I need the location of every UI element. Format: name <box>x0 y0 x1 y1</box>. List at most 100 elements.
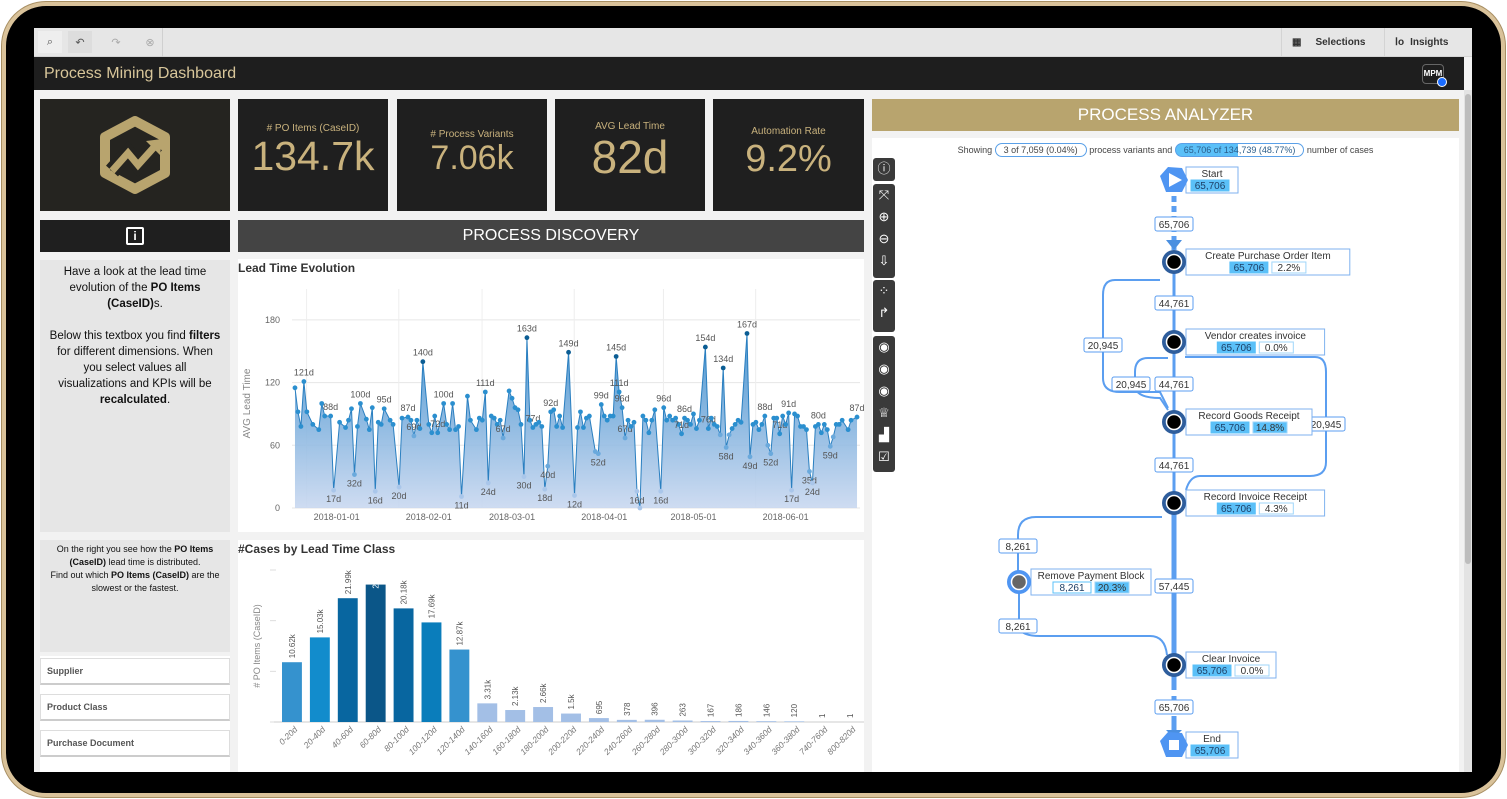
data-point[interactable] <box>479 417 485 423</box>
podium-icon[interactable]: ▟ <box>879 424 889 446</box>
data-point[interactable] <box>578 409 583 415</box>
bar[interactable] <box>449 649 470 722</box>
data-point[interactable] <box>729 426 735 431</box>
data-point[interactable] <box>304 409 310 415</box>
data-point[interactable] <box>500 435 506 441</box>
bar-chart-svg[interactable]: # PO Items (CaseID) 10.62k 0-20d 15.03k 20-4… <box>238 540 864 772</box>
data-point[interactable] <box>396 484 402 490</box>
data-point[interactable] <box>465 393 470 399</box>
bar[interactable] <box>421 622 442 722</box>
data-point[interactable] <box>586 413 592 419</box>
data-point[interactable] <box>551 407 557 413</box>
data-point[interactable] <box>658 488 664 494</box>
insights-button[interactable]: Ⅰo Insights <box>1384 28 1472 57</box>
data-point[interactable] <box>598 402 604 407</box>
data-point[interactable] <box>337 419 342 425</box>
data-point[interactable] <box>818 430 824 436</box>
data-point[interactable] <box>316 427 322 433</box>
selections-button[interactable]: ▦ Selections <box>1281 28 1384 57</box>
data-point[interactable] <box>545 463 551 469</box>
data-point[interactable] <box>515 407 521 413</box>
data-point[interactable] <box>295 409 301 415</box>
data-point[interactable] <box>643 417 649 423</box>
data-point[interactable] <box>625 417 631 423</box>
data-point[interactable] <box>807 469 812 474</box>
data-point[interactable] <box>652 407 658 413</box>
data-point[interactable] <box>459 494 464 499</box>
data-point[interactable] <box>420 359 426 365</box>
data-point[interactable] <box>491 415 497 421</box>
data-point[interactable] <box>795 413 800 419</box>
bar[interactable] <box>309 637 330 722</box>
data-point[interactable] <box>581 425 586 430</box>
data-point[interactable] <box>667 413 673 419</box>
data-point[interactable] <box>539 424 545 429</box>
data-point[interactable] <box>575 425 580 430</box>
nodes-icon[interactable]: ⁘ <box>879 280 890 302</box>
bar[interactable] <box>365 584 386 722</box>
data-point[interactable] <box>783 422 789 427</box>
data-point[interactable] <box>542 486 548 492</box>
data-point[interactable] <box>432 413 438 419</box>
data-point[interactable] <box>720 365 726 371</box>
data-point[interactable] <box>352 472 357 477</box>
data-point[interactable] <box>331 487 337 493</box>
data-point[interactable] <box>482 389 488 395</box>
data-point[interactable] <box>827 443 833 449</box>
step-back-icon[interactable]: ↶ <box>68 31 92 53</box>
bar[interactable] <box>393 608 414 722</box>
clear-selections-icon[interactable]: ⊗ <box>138 31 162 53</box>
data-point[interactable] <box>804 427 809 433</box>
data-point[interactable] <box>292 385 298 391</box>
data-point[interactable] <box>414 417 420 423</box>
zoom-out-icon[interactable]: ⊖ <box>879 228 890 250</box>
line-chart-svg[interactable]: 0 60 120 180 2018-01-01 2018-02-01 2018-03-01 2… <box>238 259 864 532</box>
data-point[interactable] <box>310 422 316 427</box>
add-view-icon[interactable]: ◉ <box>878 336 889 358</box>
data-point[interactable] <box>637 505 643 511</box>
data-point[interactable] <box>447 427 453 433</box>
data-point[interactable] <box>717 432 723 438</box>
data-point[interactable] <box>640 413 646 419</box>
data-point[interactable] <box>524 335 530 341</box>
data-point[interactable] <box>705 426 711 431</box>
data-point[interactable] <box>366 427 372 433</box>
data-point[interactable] <box>649 417 655 423</box>
filter-product-class[interactable]: Product Class <box>40 694 230 721</box>
filter-supplier[interactable]: Supplier <box>40 658 230 685</box>
data-point[interactable] <box>521 474 527 480</box>
data-point[interactable] <box>664 417 670 423</box>
fit-icon[interactable]: ⤧ <box>879 184 889 206</box>
data-point[interactable] <box>357 401 363 406</box>
data-point[interactable] <box>328 413 334 419</box>
bar[interactable] <box>644 719 665 722</box>
data-point[interactable] <box>595 451 601 457</box>
bar[interactable] <box>477 703 498 722</box>
data-point[interactable] <box>753 419 759 425</box>
data-point[interactable] <box>444 422 450 427</box>
info-tool-button[interactable]: ⓘ <box>873 158 895 181</box>
data-point[interactable] <box>518 422 524 427</box>
mpm-badge-button[interactable]: MPM <box>1422 64 1447 87</box>
data-point[interactable] <box>390 422 396 427</box>
data-point[interactable] <box>566 349 571 355</box>
data-point[interactable] <box>301 379 307 384</box>
smart-search-icon[interactable]: ⌕ <box>38 31 62 53</box>
data-point[interactable] <box>601 413 607 419</box>
bar[interactable] <box>588 718 609 722</box>
data-point[interactable] <box>821 422 827 427</box>
data-point[interactable] <box>845 427 851 433</box>
data-point[interactable] <box>441 401 447 406</box>
data-point[interactable] <box>765 442 771 448</box>
data-point[interactable] <box>322 413 328 419</box>
data-point[interactable] <box>468 417 473 423</box>
data-point[interactable] <box>346 417 351 423</box>
data-point[interactable] <box>747 454 753 460</box>
data-point[interactable] <box>744 331 750 336</box>
data-point[interactable] <box>738 419 744 425</box>
bar[interactable] <box>728 720 749 722</box>
bar[interactable] <box>505 710 526 722</box>
data-point[interactable] <box>619 405 625 411</box>
data-point[interactable] <box>572 493 577 498</box>
data-point[interactable] <box>628 424 634 429</box>
